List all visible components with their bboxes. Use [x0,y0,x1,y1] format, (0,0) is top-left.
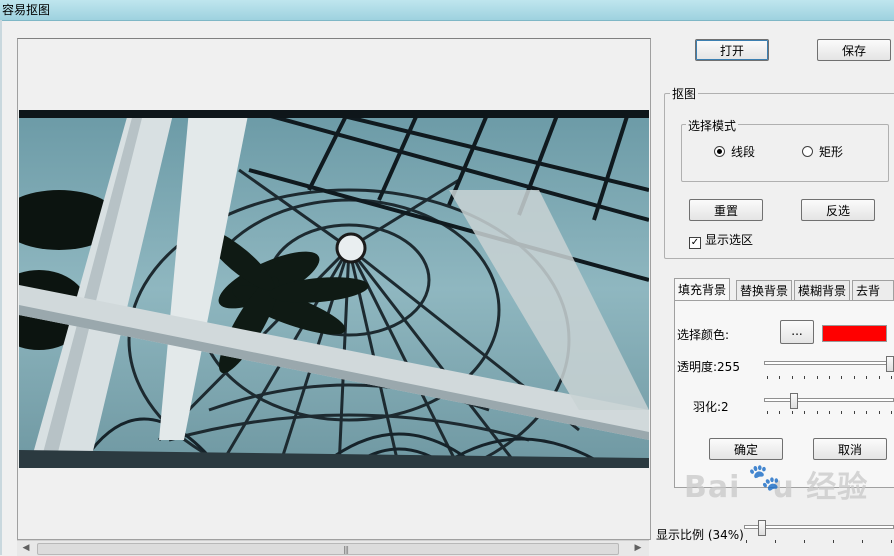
color-swatch[interactable] [822,325,887,342]
feather-ticks [767,411,894,415]
tick-mark [891,540,892,543]
radio-segment-label: 线段 [731,145,756,159]
zoom-label: 显示比例 (34%) [656,528,744,542]
tick-mark [879,411,880,414]
grip-icon: ||| [343,545,349,554]
show-selection-checkbox[interactable]: ✓ 显示选区 [689,231,753,249]
tick-mark [854,376,855,379]
tick-mark [817,411,818,414]
radio-rectangle[interactable]: 矩形 [802,143,843,160]
browse-color-button[interactable]: ... [780,320,814,344]
radio-segment[interactable]: 线段 [714,143,755,160]
reset-button[interactable]: 重置 [689,199,763,221]
tick-mark [767,411,768,414]
radio-off-icon [802,146,813,157]
tick-mark [792,411,793,414]
scroll-right-icon[interactable]: ▶ [631,543,645,555]
scroll-thumb[interactable]: ||| [37,543,619,555]
zoom-ticks [746,540,894,544]
tick-mark [841,376,842,379]
tick-mark [879,376,880,379]
window-title: 容易抠图 [2,3,51,17]
tab-blur-background[interactable]: 模糊背景 [794,280,851,301]
tick-mark [891,411,892,414]
feather-slider-thumb[interactable] [790,393,798,409]
opacity-track [764,361,894,365]
feather-slider[interactable] [764,393,894,409]
title-bar: 容易抠图 [0,0,894,21]
tick-mark [746,540,747,543]
tick-mark [804,540,805,543]
tick-mark [775,540,776,543]
tab-remove-background[interactable]: 去背景 [852,280,894,318]
tick-mark [891,376,892,379]
tick-mark [829,411,830,414]
opacity-ticks [767,376,894,380]
feather-track [764,398,894,402]
zoom-slider[interactable] [744,520,894,536]
save-button[interactable]: 保存 [817,39,891,61]
opacity-slider-thumb[interactable] [886,356,894,372]
tick-mark [792,376,793,379]
matting-group-legend: 抠图 [670,85,699,102]
image-canvas[interactable] [17,38,651,540]
radio-rectangle-label: 矩形 [819,145,844,159]
loaded-photo[interactable] [19,110,649,468]
tick-mark [866,411,867,414]
tick-mark [829,376,830,379]
tick-mark [817,376,818,379]
ok-button[interactable]: 确定 [709,438,783,460]
background-tabs: 填充背景 替换背景 模糊背景 去背景 [674,278,894,318]
tick-mark [854,411,855,414]
tick-mark [866,376,867,379]
tab-fill-background[interactable]: 填充背景 [674,278,731,301]
horizontal-scrollbar[interactable]: ◀ ||| ▶ [17,540,649,556]
zoom-slider-thumb[interactable] [758,520,766,536]
tick-mark [833,540,834,543]
tick-mark [804,411,805,414]
window-border [0,20,2,555]
invert-button[interactable]: 反选 [801,199,875,221]
tick-mark [767,376,768,379]
tick-mark [779,411,780,414]
opacity-slider[interactable] [764,356,894,372]
open-button[interactable]: 打开 [695,39,769,61]
tick-mark [779,376,780,379]
paw-icon: 🐾 [748,463,781,493]
mode-group-legend: 选择模式 [686,117,739,134]
feather-label: 羽化:2 [693,400,729,414]
choose-color-label: 选择颜色: [677,328,730,342]
radio-on-icon [714,146,725,157]
opacity-label: 透明度:255 [677,360,740,374]
zoom-track [744,525,894,529]
tab-replace-background[interactable]: 替换背景 [736,280,793,301]
scroll-left-icon[interactable]: ◀ [19,543,33,555]
show-selection-label: 显示选区 [705,233,754,247]
cancel-button[interactable]: 取消 [813,438,887,460]
tick-mark [862,540,863,543]
checkmark-icon: ✓ [689,237,701,249]
tick-mark [841,411,842,414]
tick-mark [804,376,805,379]
